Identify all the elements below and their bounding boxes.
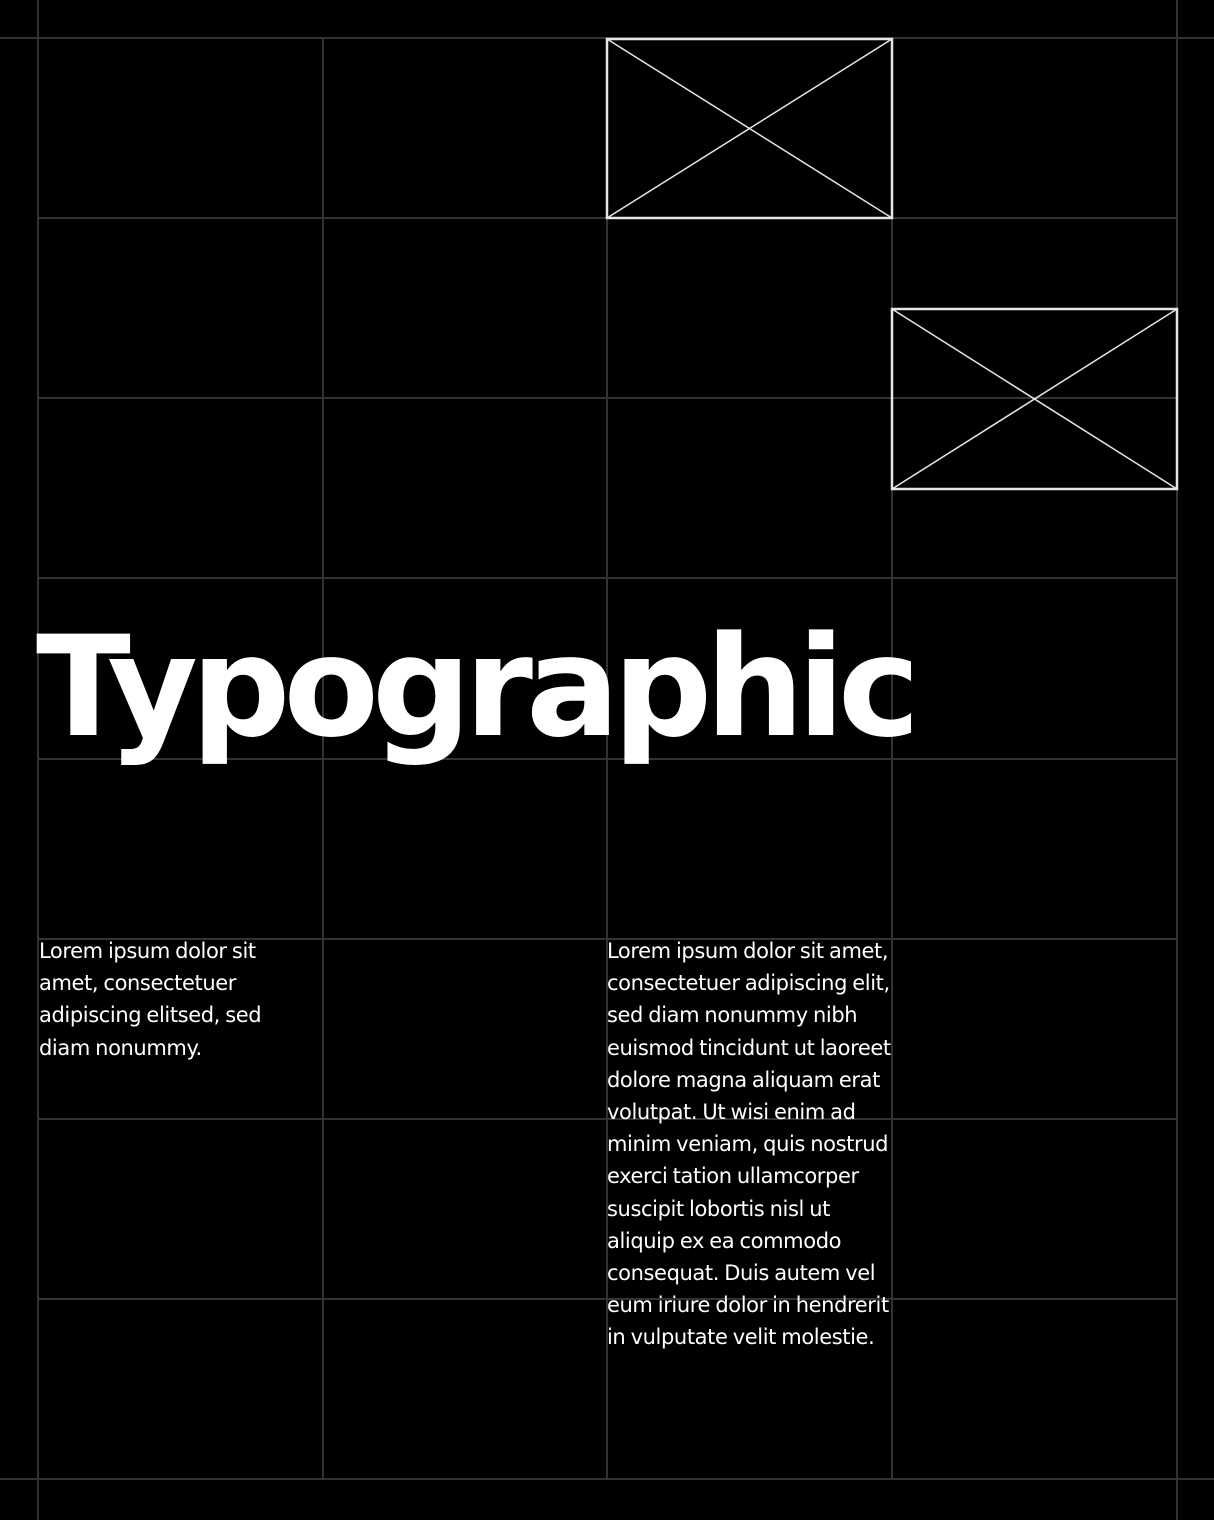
image-placeholder-icon [605, 37, 894, 220]
poster-canvas: Typographic Lorem ipsum dolor sit amet, … [0, 0, 1214, 1520]
headline-title: Typographic [36, 606, 920, 768]
body-text-left: Lorem ipsum dolor sit amet, consectetuer… [39, 939, 262, 1060]
body-text-right: Lorem ipsum dolor sit amet, consectetuer… [607, 939, 891, 1350]
